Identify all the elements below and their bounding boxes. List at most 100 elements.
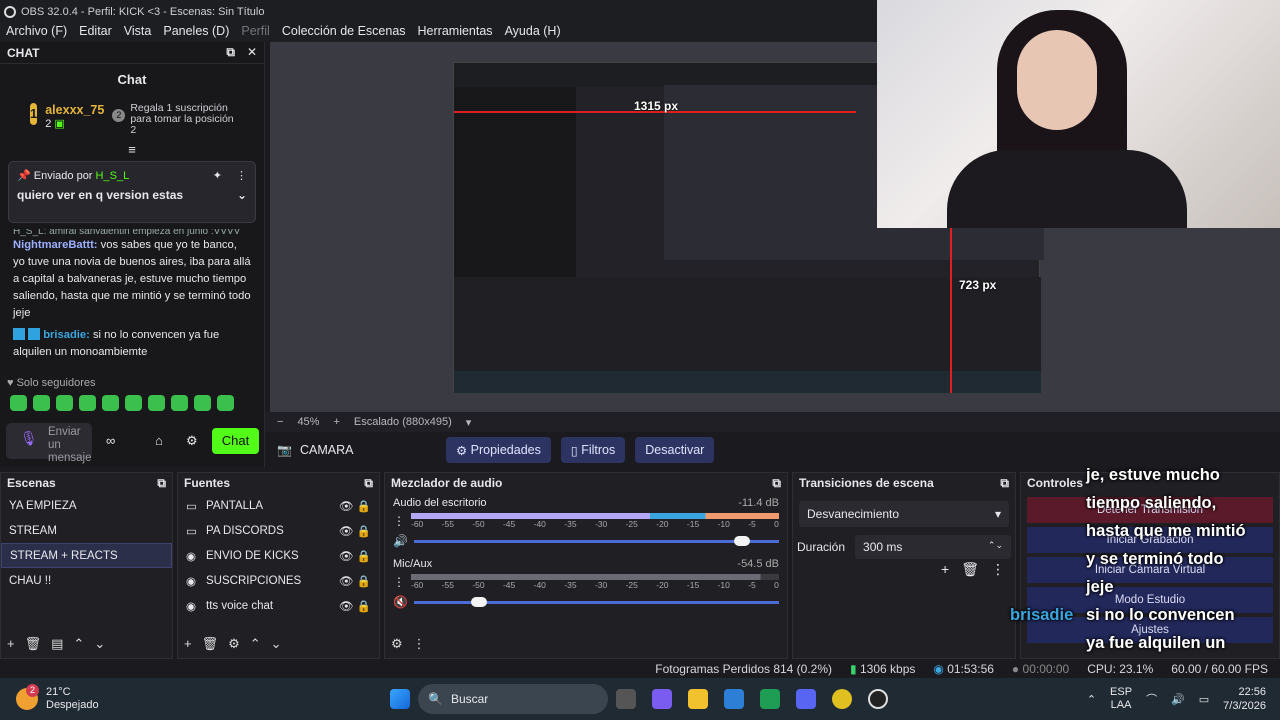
eye-icon[interactable]: 👁 [339,499,354,513]
eye-icon[interactable]: 👁 [339,524,354,538]
chevron-down-icon[interactable]: ⌄ [237,188,247,202]
menu-archivo[interactable]: Archivo (F) [0,24,73,38]
emote-icon[interactable] [148,395,165,411]
task-view-icon[interactable] [616,689,636,709]
emote-icon[interactable] [56,395,73,411]
zoom-in-icon[interactable]: + [333,416,339,428]
language-indicator[interactable]: ESP LAA [1110,686,1132,712]
chat-send-button[interactable]: Chat [212,428,259,454]
more-icon[interactable]: ⋮ [236,169,247,182]
more-icon[interactable]: ⋮ [393,514,405,528]
lock-icon[interactable]: 🔒 [357,524,371,538]
menu-editar[interactable]: Editar [73,24,118,38]
emote-icon[interactable] [33,395,50,411]
lock-icon[interactable]: 🔒 [357,599,371,613]
emote-icon[interactable] [102,395,119,411]
emote-icon[interactable] [194,395,211,411]
float-icon[interactable]: ⧉ [157,476,166,491]
lock-icon[interactable]: 🔒 [357,549,371,563]
speaker-muted-icon[interactable]: 🔇 [393,595,408,609]
menu-ayuda[interactable]: Ayuda (H) [499,24,567,38]
float-icon[interactable]: ⧉ [772,476,781,491]
volume-knob[interactable] [470,596,487,607]
gear-icon[interactable]: ⚙ [228,636,240,652]
copilot-icon[interactable] [652,689,672,709]
more-icon[interactable]: ⋮ [413,636,426,652]
volume-knob[interactable] [733,535,750,546]
properties-button[interactable]: ⚙ Propiedades [445,437,551,463]
menu-vista[interactable]: Vista [118,24,158,38]
add-icon[interactable]: + [7,636,15,652]
float-icon[interactable]: ⧉ [226,45,235,60]
lock-icon[interactable]: 🔒 [357,499,371,513]
down-icon[interactable]: ⌄ [271,636,282,652]
windows-start-icon[interactable] [390,689,410,709]
menu-perfil[interactable]: Perfil [235,24,275,38]
message-user[interactable]: NightmareBattt: [13,239,98,251]
close-icon[interactable]: ✕ [247,45,257,60]
down-icon[interactable]: ⌄ [94,636,105,652]
emote-icon[interactable] [125,395,142,411]
chevron-up-icon[interactable]: ⌃ [1087,693,1096,706]
volume-icon[interactable]: 🔊 [1171,693,1185,706]
mic-icon[interactable]: 🎙 [20,431,38,445]
pinned-user[interactable]: H_S_L [96,170,130,182]
trash-icon[interactable]: 🗑 [25,636,42,652]
chrome-icon[interactable] [832,689,852,709]
emote-icon[interactable] [171,395,188,411]
store-icon[interactable] [724,689,744,709]
scene-item[interactable]: STREAM [1,518,172,543]
collapse-icon[interactable]: ≡ [0,142,264,157]
up-icon[interactable]: ⌃ [250,636,261,652]
add-icon[interactable]: + [941,561,949,578]
eye-icon[interactable]: 👁 [339,599,354,613]
scale-label[interactable]: Escalado (880x495) [354,416,452,428]
eye-icon[interactable]: 👁 [339,549,354,563]
scene-item[interactable]: CHAU !! [1,568,172,593]
filters-button[interactable]: ▯ Filtros [560,437,626,463]
zoom-out-icon[interactable]: − [277,416,283,428]
leader-name[interactable]: alexxx_75 [45,103,104,117]
scene-item-selected[interactable]: STREAM + REACTS [1,543,172,568]
menu-paneles[interactable]: Paneles (D) [157,24,235,38]
float-icon[interactable]: ⧉ [1000,476,1009,491]
emote-icon[interactable] [217,395,234,411]
speaker-icon[interactable]: 🔊 [393,534,408,548]
deactivate-button[interactable]: Desactivar [635,437,715,463]
gear-icon[interactable]: ⚙ [186,433,198,449]
scene-item[interactable]: YA EMPIEZA [1,493,172,518]
store-icon[interactable]: ⌂ [155,433,163,448]
trash-icon[interactable]: 🗑 [961,561,979,578]
up-icon[interactable]: ⌃ [73,636,84,652]
battery-icon[interactable]: ▭ [1199,693,1209,706]
chat-input[interactable]: 🎙 Enviar un mensaje [6,423,92,464]
menu-herramientas[interactable]: Herramientas [412,24,499,38]
transition-select[interactable]: Desvanecimiento ▾ [799,501,1009,527]
add-icon[interactable]: + [184,636,192,652]
duration-field[interactable]: 300 ms ⌃⌄ [855,535,1011,559]
float-icon[interactable]: ⧉ [364,476,373,491]
message-user[interactable]: brisadie: [43,329,90,341]
unpin-icon[interactable]: ✦ [213,169,222,182]
chevron-down-icon[interactable]: ▾ [466,416,472,429]
emoji-icon[interactable]: ∞ [106,433,115,448]
more-icon[interactable]: ⋮ [991,561,1005,578]
weather-widget[interactable]: 2 21°C Despejado [0,684,380,712]
volume-slider[interactable] [413,596,779,607]
file-explorer-icon[interactable] [688,689,708,709]
pinned-message[interactable]: 📌 Enviado por H_S_L ✦ ⋮ quiero ver en q v… [8,161,256,223]
wifi-icon[interactable]: ⌒ [1146,691,1157,707]
stepper-icon[interactable]: ⌃⌄ [988,540,1003,554]
obs-icon[interactable] [868,689,888,709]
emote-icon[interactable] [79,395,96,411]
clock[interactable]: 22:56 7/3/2026 [1223,685,1266,713]
taskbar-search[interactable]: 🔍 Buscar [418,684,608,714]
eye-icon[interactable]: 👁 [339,574,354,588]
discord-icon[interactable] [796,689,816,709]
excel-icon[interactable] [760,689,780,709]
volume-slider[interactable] [413,535,779,546]
link-icon[interactable]: ⚙ [391,636,403,652]
menu-coleccion[interactable]: Colección de Escenas [276,24,412,38]
lock-icon[interactable]: 🔒 [357,574,371,588]
trash-icon[interactable]: 🗑 [202,636,219,652]
